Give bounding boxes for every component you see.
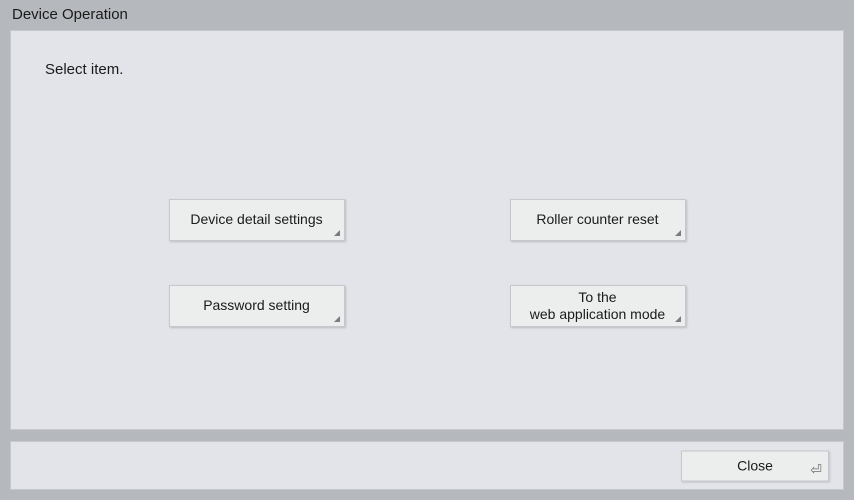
device-operation-window: Device Operation Select item. Device det… xyxy=(0,0,854,500)
web-application-mode-button[interactable]: To the web application mode xyxy=(510,285,686,327)
chevron-right-icon xyxy=(675,316,681,322)
close-button[interactable]: Close ⏎ xyxy=(681,450,829,481)
chevron-right-icon xyxy=(675,230,681,236)
button-label: Roller counter reset xyxy=(536,211,658,229)
device-detail-settings-button[interactable]: Device detail settings xyxy=(169,199,345,241)
button-label: To the web application mode xyxy=(530,289,665,324)
button-label-line1: To the xyxy=(578,289,616,305)
button-label: Close xyxy=(737,458,773,474)
return-icon: ⏎ xyxy=(810,462,822,476)
button-grid: Device detail settings Roller counter re… xyxy=(11,199,843,327)
roller-counter-reset-button[interactable]: Roller counter reset xyxy=(510,199,686,241)
button-label: Device detail settings xyxy=(190,211,322,229)
main-panel: Select item. Device detail settings Roll… xyxy=(10,30,844,430)
footer-bar: Close ⏎ xyxy=(10,441,844,490)
button-label-line2: web application mode xyxy=(530,306,665,322)
button-label: Password setting xyxy=(203,297,310,315)
chevron-right-icon xyxy=(334,316,340,322)
password-setting-button[interactable]: Password setting xyxy=(169,285,345,327)
chevron-right-icon xyxy=(334,230,340,236)
select-item-prompt: Select item. xyxy=(45,61,123,78)
window-title: Device Operation xyxy=(0,0,854,30)
